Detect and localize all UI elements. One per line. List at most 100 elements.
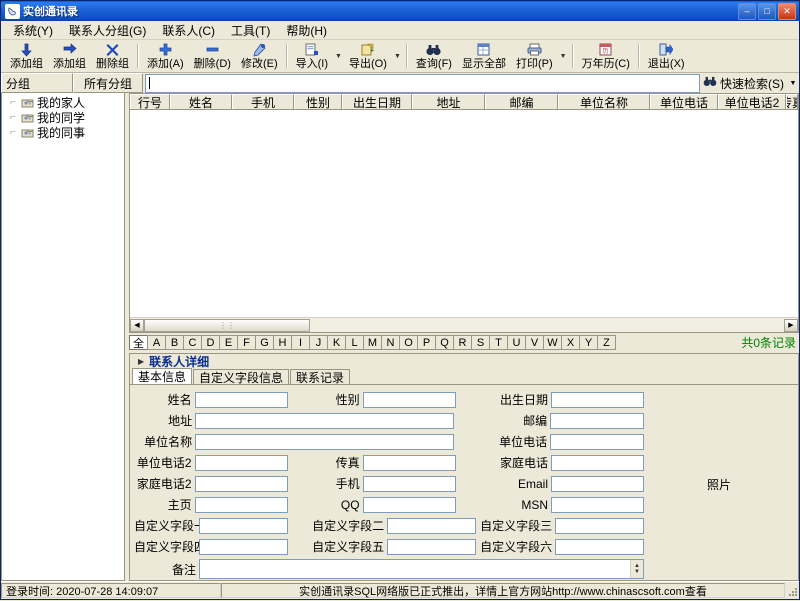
input-msn[interactable] (551, 497, 644, 513)
alpha-button-s[interactable]: S (471, 335, 490, 350)
menu-contact-group[interactable]: 联系人分组(G) (61, 21, 154, 40)
alpha-button-t[interactable]: T (489, 335, 508, 350)
memo-spinner-icon[interactable]: ▲▼ (630, 560, 643, 578)
input-custom-5[interactable] (387, 539, 476, 555)
close-button[interactable]: ✕ (778, 3, 796, 20)
search-input[interactable] (145, 74, 700, 93)
tab-basic-info[interactable]: 基本信息 (132, 368, 192, 384)
maximize-button[interactable]: □ (758, 3, 776, 20)
alpha-button-b[interactable]: B (165, 335, 184, 350)
toolbar-calendar-button[interactable]: 历 万年历(C) (577, 40, 635, 72)
tab-custom-fields[interactable]: 自定义字段信息 (193, 369, 289, 384)
triangle-right-icon[interactable]: ▶ (138, 357, 144, 366)
input-custom-3[interactable] (555, 518, 644, 534)
toolbar-exit-button[interactable]: 退出(X) (643, 40, 690, 72)
input-home-tel[interactable] (551, 455, 644, 471)
alpha-button-l[interactable]: L (345, 335, 364, 350)
detail-header[interactable]: ▶ 联系人详细 (129, 353, 799, 368)
toolbar-add-group-button[interactable]: 添加组 (5, 40, 48, 72)
all-groups-header[interactable]: 所有分组 (73, 73, 143, 93)
input-email[interactable] (551, 476, 644, 492)
toolbar-delete-group-button[interactable]: 删除组 (91, 40, 134, 72)
tab-contact-log[interactable]: 联系记录 (290, 369, 350, 384)
import-dropdown-arrow[interactable]: ▼ (333, 41, 344, 71)
grid-body[interactable] (130, 110, 798, 317)
quick-search-button[interactable]: 快速检索(S) (700, 74, 787, 92)
input-gender[interactable] (363, 392, 456, 408)
input-fax[interactable] (363, 455, 456, 471)
input-memo[interactable]: ▲▼ (199, 559, 644, 579)
scroll-track[interactable]: ⋮⋮ (144, 319, 784, 332)
alpha-button-d[interactable]: D (201, 335, 220, 350)
toolbar-show-all-button[interactable]: 显示全部 (457, 40, 511, 72)
alpha-button-k[interactable]: K (327, 335, 346, 350)
alpha-button-all[interactable]: 全 (129, 335, 148, 350)
alpha-button-z[interactable]: Z (597, 335, 616, 350)
menu-system[interactable]: 系统(Y) (5, 21, 61, 40)
alpha-button-y[interactable]: Y (579, 335, 598, 350)
alpha-button-u[interactable]: U (507, 335, 526, 350)
toolbar-delete-button[interactable]: 删除(D) (189, 40, 236, 72)
grid-col-postcode[interactable]: 邮编 (485, 94, 558, 109)
input-name[interactable] (195, 392, 288, 408)
alpha-button-g[interactable]: G (255, 335, 274, 350)
grid-col-gender[interactable]: 性别 (294, 94, 342, 109)
minimize-button[interactable]: – (738, 3, 756, 20)
resize-grip-icon[interactable] (785, 583, 799, 598)
grid-col-company-tel2[interactable]: 单位电话2 (718, 94, 786, 109)
scroll-left-button[interactable]: ◀ (130, 319, 144, 332)
print-dropdown-arrow[interactable]: ▼ (558, 41, 569, 71)
alpha-button-e[interactable]: E (219, 335, 238, 350)
grid-horizontal-scrollbar[interactable]: ◀ ⋮⋮ ▶ (130, 317, 798, 332)
alpha-button-j[interactable]: J (309, 335, 328, 350)
photo-placeholder[interactable]: 照片 (644, 391, 794, 578)
alpha-button-n[interactable]: N (381, 335, 400, 350)
input-custom-1[interactable] (199, 518, 288, 534)
grid-col-rownum[interactable]: 行号 (130, 94, 170, 109)
alpha-button-r[interactable]: R (453, 335, 472, 350)
tree-item-my-classmates[interactable]: ⌐ 我的同学 (2, 110, 124, 125)
group-tree[interactable]: ⌐ 我的家人 ⌐ 我的同学 ⌐ 我的同事 (1, 93, 125, 581)
alpha-button-p[interactable]: P (417, 335, 436, 350)
alpha-button-x[interactable]: X (561, 335, 580, 350)
toolbar-print-button[interactable]: 打印(P) (511, 40, 558, 72)
menu-tools[interactable]: 工具(T) (223, 21, 278, 40)
input-address[interactable] (195, 413, 454, 429)
alpha-button-o[interactable]: O (399, 335, 418, 350)
toolbar-add-subgroup-button[interactable]: 添加组 (48, 40, 91, 72)
tree-item-my-family[interactable]: ⌐ 我的家人 (2, 95, 124, 110)
alpha-button-m[interactable]: M (363, 335, 382, 350)
quick-search-dropdown-arrow[interactable]: ▼ (787, 74, 799, 92)
alpha-button-h[interactable]: H (273, 335, 292, 350)
input-homepage[interactable] (195, 497, 288, 513)
input-custom-6[interactable] (555, 539, 644, 555)
alpha-button-w[interactable]: W (543, 335, 562, 350)
menu-contact[interactable]: 联系人(C) (154, 21, 223, 40)
grid-col-birthdate[interactable]: 出生日期 (342, 94, 412, 109)
toolbar-export-button[interactable]: 导出(O) (344, 40, 392, 72)
scroll-right-button[interactable]: ▶ (784, 319, 798, 332)
alpha-button-c[interactable]: C (183, 335, 202, 350)
export-dropdown-arrow[interactable]: ▼ (392, 41, 403, 71)
input-company[interactable] (195, 434, 454, 450)
alpha-button-v[interactable]: V (525, 335, 544, 350)
scroll-thumb[interactable]: ⋮⋮ (144, 319, 310, 332)
tree-item-my-colleagues[interactable]: ⌐ 我的同事 (2, 125, 124, 140)
input-company-tel2[interactable] (195, 455, 288, 471)
grid-col-fax[interactable]: 传真 (786, 94, 798, 109)
menu-help[interactable]: 帮助(H) (278, 21, 335, 40)
toolbar-add-button[interactable]: 添加(A) (142, 40, 189, 72)
input-company-tel[interactable] (550, 434, 644, 450)
alpha-button-q[interactable]: Q (435, 335, 454, 350)
input-mobile[interactable] (363, 476, 456, 492)
group-column-header[interactable]: 分组 (1, 73, 73, 93)
grid-col-mobile[interactable]: 手机 (232, 94, 294, 109)
toolbar-query-button[interactable]: 查询(F) (411, 40, 457, 72)
input-postcode[interactable] (550, 413, 644, 429)
toolbar-edit-button[interactable]: 修改(E) (236, 40, 283, 72)
alpha-button-i[interactable]: I (291, 335, 310, 350)
input-qq[interactable] (363, 497, 456, 513)
grid-col-name[interactable]: 姓名 (170, 94, 232, 109)
input-birthdate[interactable] (551, 392, 644, 408)
alpha-button-a[interactable]: A (147, 335, 166, 350)
